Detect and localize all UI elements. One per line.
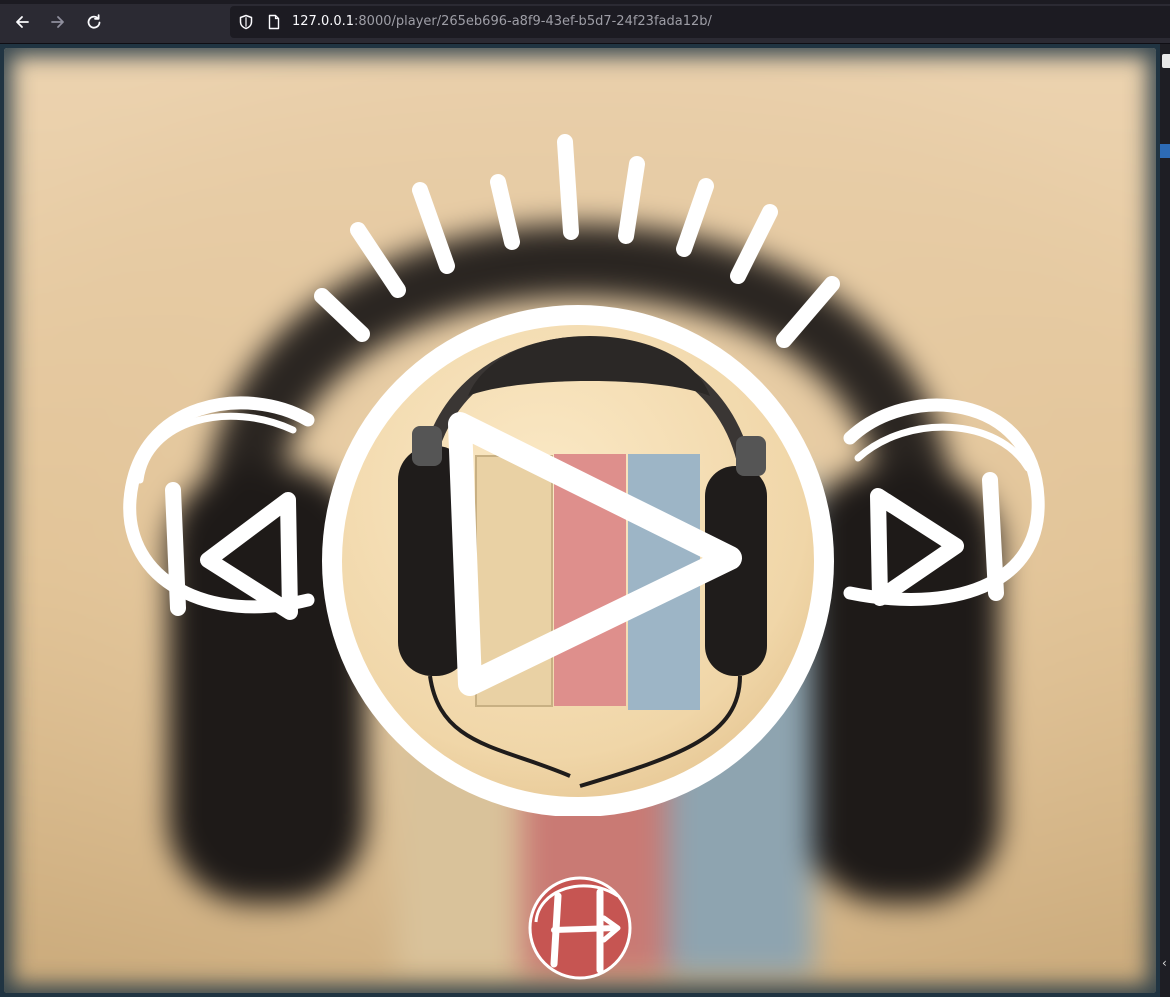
next-button[interactable] — [838, 388, 1048, 618]
url-path: :8000/player/265eb696-a8f9-43ef-b5d7-24f… — [354, 14, 712, 29]
brand-logo-button[interactable] — [524, 872, 636, 984]
reload-button[interactable] — [80, 8, 108, 36]
browser-toolbar: 127.0.0.1:8000/player/265eb696-a8f9-43ef… — [0, 0, 1170, 44]
devtools-edge: ‹ — [1160, 44, 1170, 997]
audio-player — [0, 44, 1160, 997]
play-button[interactable] — [300, 276, 840, 817]
address-bar[interactable]: 127.0.0.1:8000/player/265eb696-a8f9-43ef… — [230, 6, 1170, 38]
reload-icon — [87, 14, 101, 29]
cover-art — [322, 305, 834, 817]
skip-next-icon — [843, 398, 1045, 606]
forward-button[interactable] — [44, 8, 72, 36]
page-icon — [268, 14, 280, 30]
arrow-left-icon — [16, 16, 29, 28]
arrow-right-icon — [51, 16, 64, 28]
devtools-tab-marker — [1162, 54, 1170, 68]
page-viewport — [0, 44, 1160, 997]
chevron-left-icon[interactable]: ‹ — [1162, 956, 1170, 972]
shield-icon[interactable] — [238, 14, 254, 30]
url-text[interactable]: 127.0.0.1:8000/player/265eb696-a8f9-43ef… — [292, 13, 712, 31]
back-button[interactable] — [8, 8, 36, 36]
devtools-highlight-marker — [1160, 144, 1170, 158]
brand-logo-icon — [528, 876, 632, 980]
previous-button[interactable] — [118, 390, 328, 630]
tab-strip-edge — [0, 0, 1170, 4]
skip-previous-icon — [123, 396, 315, 620]
url-host: 127.0.0.1 — [292, 14, 355, 29]
